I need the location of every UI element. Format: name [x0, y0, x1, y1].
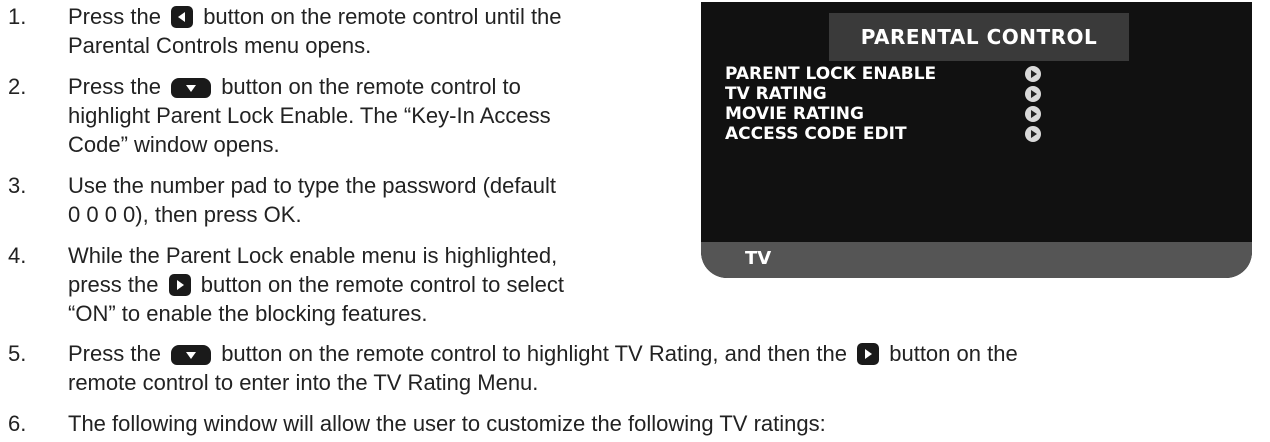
- step-2: 2. Press the button on the remote contro…: [8, 72, 668, 162]
- step-6: 6. The following window will allow the u…: [8, 409, 1258, 439]
- menu-item-label: ACCESS CODE EDIT: [725, 124, 907, 144]
- right-arrow-circle-icon: [1025, 66, 1041, 82]
- right-arrow-circle-icon: [1025, 106, 1041, 122]
- step-text: Press the: [68, 74, 161, 99]
- step-number: 1.: [8, 4, 27, 29]
- step-line: highlight Parent Lock Enable. The “Key-I…: [68, 103, 551, 128]
- menu-item-access-code-edit[interactable]: ACCESS CODE EDIT: [725, 124, 1041, 144]
- step-line: 0 0 0 0), then press OK.: [68, 202, 302, 227]
- screen-footer: TV: [701, 242, 1252, 278]
- menu-item-parent-lock-enable[interactable]: PARENT LOCK ENABLE: [725, 64, 1041, 84]
- menu-item-label: PARENT LOCK ENABLE: [725, 64, 937, 84]
- parental-control-screen: PARENTAL CONTROL PARENT LOCK ENABLE TV R…: [701, 2, 1252, 278]
- step-line: Press the button on the remote control t…: [68, 72, 521, 101]
- step-number: 3.: [8, 173, 27, 198]
- screen-title: PARENTAL CONTROL: [829, 13, 1129, 61]
- step-line: Parental Controls menu opens.: [68, 33, 372, 58]
- down-arrow-button-icon: [171, 345, 212, 365]
- menu-item-tv-rating[interactable]: TV RATING: [725, 84, 1041, 104]
- step-number: 5.: [8, 341, 27, 366]
- step-5: 5. Press the button on the remote contro…: [8, 339, 1258, 399]
- step-1: 1. Press the button on the remote contro…: [8, 2, 668, 62]
- menu-item-label: TV RATING: [725, 84, 827, 104]
- step-text: button on the remote control to: [221, 74, 521, 99]
- step-text: Press the: [68, 4, 161, 29]
- step-text: button on the remote control to highligh…: [221, 341, 847, 366]
- step-line: Press the button on the remote control t…: [68, 339, 1018, 368]
- step-line: press the button on the remote control t…: [68, 270, 564, 299]
- step-number: 6.: [8, 411, 27, 436]
- step-text: button on the: [889, 341, 1018, 366]
- step-4: 4. While the Parent Lock enable menu is …: [8, 241, 668, 331]
- menu-item-movie-rating[interactable]: MOVIE RATING: [725, 104, 1041, 124]
- step-line: Press the button on the remote control u…: [68, 2, 562, 31]
- step-line: The following window will allow the user…: [68, 411, 826, 436]
- right-arrow-circle-icon: [1025, 126, 1041, 142]
- step-number: 2.: [8, 74, 27, 99]
- step-line: Code” window opens.: [68, 132, 280, 157]
- footer-source-label: TV: [745, 248, 772, 269]
- step-text: button on the remote control until the: [203, 4, 562, 29]
- right-arrow-button-icon: [857, 343, 880, 365]
- step-line: Use the number pad to type the password …: [68, 173, 556, 198]
- step-line: “ON” to enable the blocking features.: [68, 301, 428, 326]
- step-number: 4.: [8, 243, 27, 268]
- left-arrow-button-icon: [171, 6, 194, 28]
- parental-control-menu: PARENT LOCK ENABLE TV RATING MOVIE RATIN…: [725, 64, 1041, 144]
- step-text: Press the: [68, 341, 161, 366]
- menu-item-label: MOVIE RATING: [725, 104, 864, 124]
- step-text: press the: [68, 272, 159, 297]
- right-arrow-circle-icon: [1025, 86, 1041, 102]
- down-arrow-button-icon: [171, 78, 212, 98]
- step-line: While the Parent Lock enable menu is hig…: [68, 243, 558, 268]
- step-line: remote control to enter into the TV Rati…: [68, 370, 539, 395]
- step-text: button on the remote control to select: [200, 272, 564, 297]
- step-3: 3. Use the number pad to type the passwo…: [8, 171, 668, 231]
- right-arrow-button-icon: [168, 274, 191, 296]
